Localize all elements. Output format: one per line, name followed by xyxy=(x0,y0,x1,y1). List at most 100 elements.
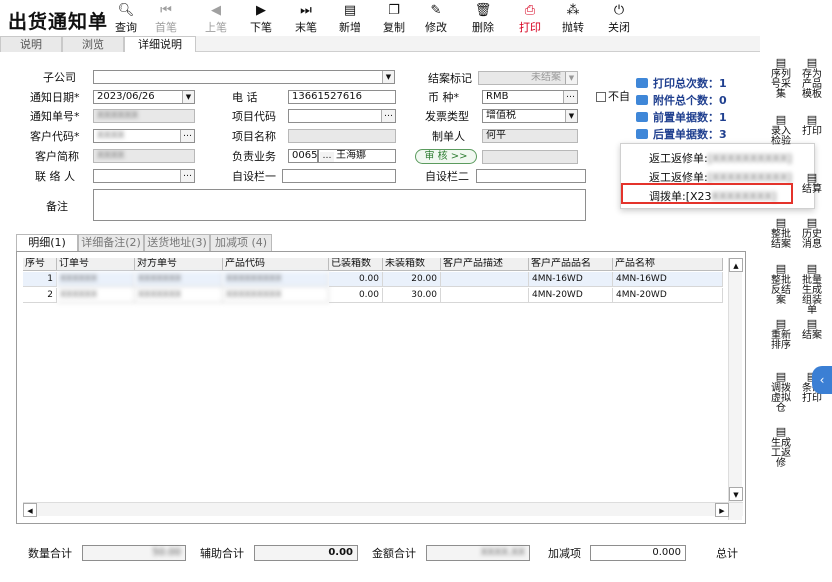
tab-details[interactable]: 详细说明 xyxy=(124,36,196,52)
currency-field[interactable]: RMB… xyxy=(482,90,578,104)
side-button[interactable]: ▤ 结算 xyxy=(798,172,826,195)
table-cell[interactable]: 30.00 xyxy=(383,288,441,303)
column-header[interactable]: 未装箱数 xyxy=(383,258,441,271)
customer-short-field[interactable]: XXXX xyxy=(93,149,195,163)
table-cell[interactable] xyxy=(441,288,529,303)
tab-description[interactable]: 说明 xyxy=(0,36,62,52)
table-cell[interactable]: 4MN-16WD xyxy=(613,272,723,287)
table-cell[interactable]: 0.00 xyxy=(329,272,383,287)
column-header[interactable]: 客户产品品名 xyxy=(529,258,613,271)
project-code-field[interactable]: … xyxy=(288,109,396,123)
print-button[interactable]: ⎙ 打印 xyxy=(510,3,550,35)
horizontal-scrollbar[interactable]: ◀ ▶ xyxy=(23,502,743,517)
transfer-button[interactable]: ⁂ 抛转 xyxy=(553,3,593,35)
scroll-up-icon[interactable]: ▲ xyxy=(729,258,743,272)
table-cell[interactable]: 20.00 xyxy=(383,272,441,287)
side-button[interactable]: ▤ 存为产品模板 xyxy=(798,57,826,100)
sales-name-field[interactable]: … 王海娜 xyxy=(318,149,396,163)
company-select[interactable]: ▼ xyxy=(93,70,395,84)
column-header[interactable]: 订单号 xyxy=(57,258,135,271)
tab-adjustments[interactable]: 加减项 (4) xyxy=(210,234,272,251)
table-cell[interactable]: 2 xyxy=(23,288,57,303)
popup-item[interactable]: 返工返修单:[XXXXXXXXXX] xyxy=(649,150,792,166)
side-button[interactable]: ▤ 整批反结案 xyxy=(767,263,795,306)
phone-field[interactable]: 13661527616 xyxy=(288,90,396,104)
table-cell[interactable]: 4MN-16WD xyxy=(529,272,613,287)
table-cell[interactable]: XXXXXXX xyxy=(135,288,223,303)
ellipsis-icon[interactable]: … xyxy=(381,110,395,122)
sales-code-field[interactable]: 00659 xyxy=(288,149,318,163)
tab-browse[interactable]: 浏览 xyxy=(62,36,124,52)
chevron-down-icon[interactable]: ▼ xyxy=(565,110,577,122)
info-line[interactable]: 附件总个数：0 xyxy=(636,94,727,108)
title-dropdown-icon[interactable]: ▾ xyxy=(98,13,103,23)
side-button[interactable]: ▤ 历史消息 xyxy=(798,217,826,250)
tab-delivery-address[interactable]: 送货地址(3) xyxy=(144,234,210,251)
scroll-down-icon[interactable]: ▼ xyxy=(729,487,743,501)
no-auto-checkbox[interactable] xyxy=(596,92,606,102)
column-header[interactable]: 序号 xyxy=(23,258,57,271)
side-button[interactable]: ▤ 结案 xyxy=(798,318,826,341)
prev-button[interactable]: ◀ 上笔 xyxy=(196,3,236,35)
info-line[interactable]: 后置单据数：3 xyxy=(636,128,727,142)
next-button[interactable]: ▶ 下笔 xyxy=(241,3,281,35)
custom2-field[interactable] xyxy=(476,169,586,183)
collapse-panel-icon[interactable]: ‹ xyxy=(812,366,832,394)
project-name-field[interactable] xyxy=(288,129,396,143)
remark-field[interactable] xyxy=(93,189,586,221)
audit-button[interactable]: 审 核 >> xyxy=(415,149,477,164)
custom1-field[interactable] xyxy=(282,169,396,183)
notice-no-field[interactable]: XXXXXX xyxy=(93,109,195,123)
info-line[interactable]: 打印总次数：1 xyxy=(636,77,727,91)
chevron-down-icon[interactable]: ▼ xyxy=(382,71,394,83)
side-button[interactable]: ▤ 序列号采集 xyxy=(767,57,795,100)
add-button[interactable]: ▤ 新增 xyxy=(330,3,370,35)
column-header[interactable]: 产品名称 xyxy=(613,258,723,271)
table-cell[interactable]: 4MN-20WD xyxy=(613,288,723,303)
tab-detail[interactable]: 明细(1) xyxy=(16,234,78,251)
search-button[interactable]: 🔍︎ 查询 xyxy=(106,3,146,35)
contact-field[interactable]: … xyxy=(93,169,195,183)
invoice-type-select[interactable]: 增值税 ▼ xyxy=(482,109,578,123)
table-cell[interactable]: XXXXXXXXX xyxy=(223,272,329,287)
side-button[interactable]: ▤ 整批结案 xyxy=(767,217,795,250)
ellipsis-icon[interactable]: … xyxy=(180,170,194,182)
ellipsis-icon[interactable]: … xyxy=(563,91,577,103)
first-button[interactable]: ⏮ 首笔 xyxy=(146,3,186,35)
edit-button[interactable]: ✎ 修改 xyxy=(416,3,456,35)
table-cell[interactable]: XXXXXXXXX xyxy=(223,288,329,303)
column-header[interactable]: 对方单号 xyxy=(135,258,223,271)
vertical-scrollbar[interactable]: ▲ ▼ xyxy=(728,258,743,520)
side-button[interactable]: ▤ 生成工返修 xyxy=(767,426,795,469)
ellipsis-icon[interactable]: … xyxy=(180,130,194,142)
column-header[interactable]: 客户产品描述 xyxy=(441,258,529,271)
chevron-down-icon[interactable]: ▼ xyxy=(182,91,194,103)
table-cell[interactable]: XXXXXX xyxy=(57,272,135,287)
side-button[interactable]: ▤ 重新排序 xyxy=(767,318,795,351)
copy-button[interactable]: ❐ 复制 xyxy=(374,3,414,35)
table-cell[interactable]: 1 xyxy=(23,272,57,287)
ellipsis-icon[interactable]: … xyxy=(320,152,334,162)
creator-field[interactable]: 何平 xyxy=(482,129,578,143)
table-cell[interactable]: 0.00 xyxy=(329,288,383,303)
side-button[interactable]: ▤ 调拨虚拟仓 xyxy=(767,371,795,414)
side-button[interactable]: ▤ 打印 xyxy=(798,114,826,137)
chevron-down-icon[interactable]: ▼ xyxy=(565,72,577,84)
customer-code-field[interactable]: XXXX… xyxy=(93,129,195,143)
column-header[interactable]: 已装箱数 xyxy=(329,258,383,271)
column-header[interactable]: 产品代码 xyxy=(223,258,329,271)
last-button[interactable]: ⏭ 末笔 xyxy=(286,3,326,35)
table-cell[interactable]: XXXXXX xyxy=(57,288,135,303)
scroll-left-icon[interactable]: ◀ xyxy=(23,503,37,517)
table-cell[interactable]: XXXXXXX xyxy=(135,272,223,287)
side-button[interactable]: ▤ 录入检验 xyxy=(767,114,795,147)
info-line[interactable]: 前置单据数：1 xyxy=(636,111,727,125)
table-cell[interactable] xyxy=(441,272,529,287)
side-button[interactable]: ▤ 批量生成组装单 xyxy=(798,263,826,316)
notice-date-field[interactable]: 2023/06/26 ▼ xyxy=(93,90,195,104)
close-mark-select[interactable]: 未结案 ▼ xyxy=(478,71,578,85)
scroll-right-icon[interactable]: ▶ xyxy=(715,503,729,517)
delete-button[interactable]: 🗑︎ 删除 xyxy=(463,3,503,35)
table-cell[interactable]: 4MN-20WD xyxy=(529,288,613,303)
tab-detail-remark[interactable]: 详细备注(2) xyxy=(78,234,144,251)
